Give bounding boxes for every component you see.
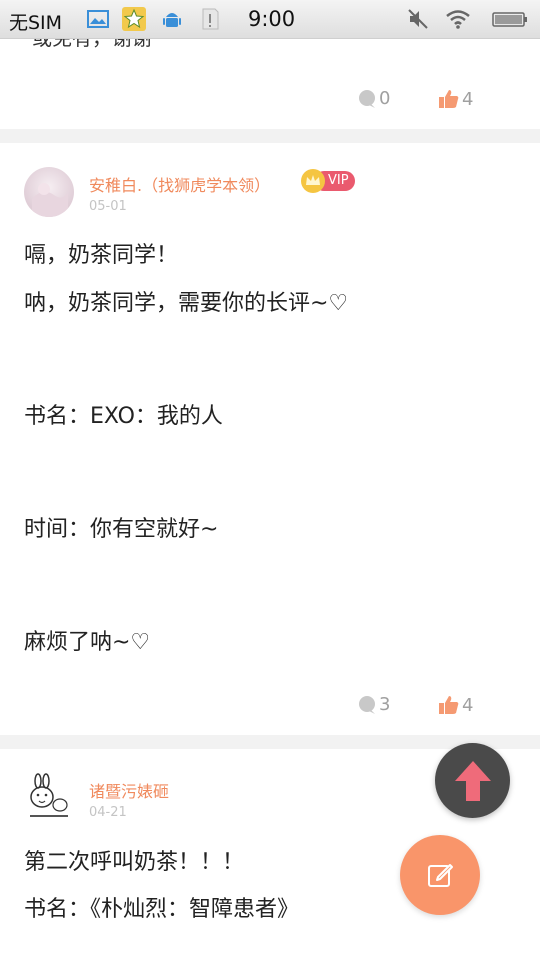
post-text-line: 第二次呼叫奶茶！！！ (24, 850, 245, 875)
edit-icon (428, 864, 453, 887)
vip-badge: VIP (300, 169, 355, 193)
author-name[interactable]: 诸暨污婊砸 (89, 778, 169, 802)
feed[interactable]: 或免有，谢谢 0 4 (0, 0, 540, 960)
post-divider (0, 129, 540, 143)
thumbs-up-icon (439, 696, 459, 714)
like-count: 4 (462, 88, 474, 110)
post-date: 04-21 (89, 805, 127, 820)
mute-icon (408, 9, 428, 29)
like-count: 4 (462, 694, 474, 716)
post-text-line: 时间：你有空就好~ (24, 517, 219, 542)
avatar[interactable] (24, 167, 74, 217)
android-icon (163, 13, 181, 27)
comment-count: 3 (379, 694, 391, 715)
compose-post-button[interactable] (400, 835, 480, 915)
avatar-image (24, 167, 74, 217)
avatar[interactable] (24, 773, 74, 823)
comment-count-button[interactable]: 0 (357, 88, 390, 109)
battery-icon (492, 12, 527, 27)
comment-icon (359, 89, 375, 108)
star-app-icon (122, 7, 146, 31)
previous-post-stats: 0 4 (0, 88, 540, 118)
post-text-line: 书名：《朴灿烈：智障患者》 (24, 897, 300, 922)
scroll-to-top-button[interactable] (435, 743, 510, 818)
post-text-line: 书名：EXO：我的人 (24, 404, 223, 429)
like-button[interactable]: 4 (438, 88, 473, 110)
comment-count-button[interactable]: 3 (357, 694, 390, 715)
like-button[interactable]: 4 (438, 694, 473, 716)
post-text-line: 嗝，奶茶同学！ (24, 243, 179, 268)
clock: 9:00 (248, 7, 296, 31)
post-text-line: 呐，奶茶同学，需要你的长评~♡ (24, 291, 349, 316)
comment-icon (359, 695, 375, 714)
carrier-label: 无SIM (9, 12, 63, 34)
wifi-icon (446, 10, 470, 29)
avatar-image (24, 773, 74, 823)
gallery-icon (87, 10, 109, 28)
post-stats: 3 4 (0, 694, 540, 724)
arrow-up-icon (454, 760, 491, 801)
post-date: 05-01 (89, 199, 127, 214)
comment-count: 0 (379, 88, 391, 109)
author-name[interactable]: 安稚白.（找狮虎学本领） (89, 172, 270, 196)
post-text-line: 麻烦了呐~♡ (24, 630, 151, 655)
status-bar: 无SIM 9:00 (0, 0, 540, 39)
sd-card-icon (202, 8, 219, 30)
crown-icon (301, 169, 325, 193)
thumbs-up-icon (439, 90, 459, 108)
